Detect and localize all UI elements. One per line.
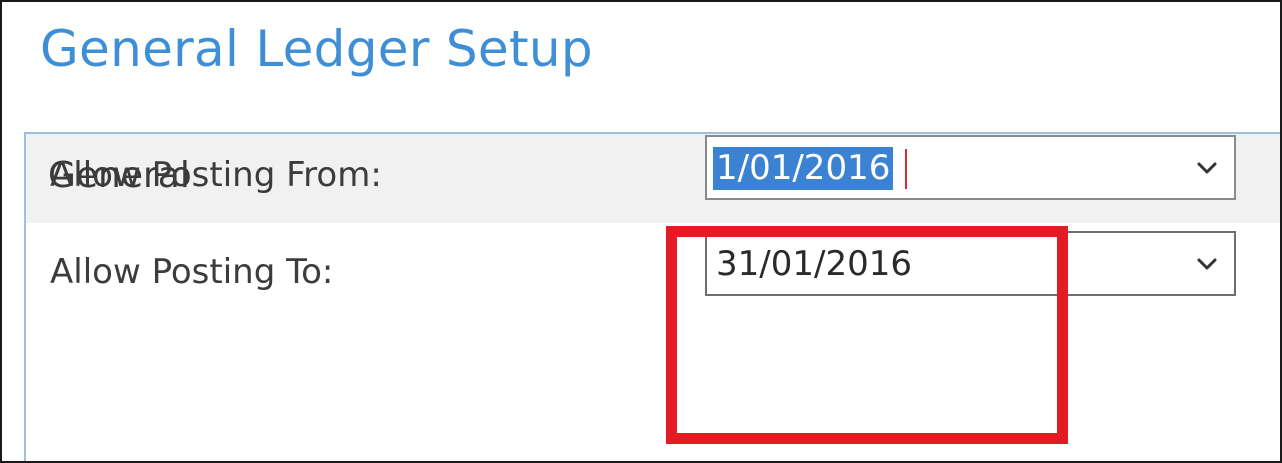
screenshot-frame: General Ledger Setup General Allow Posti…: [0, 0, 1282, 463]
chevron-down-icon[interactable]: [1194, 251, 1220, 277]
allow-posting-to-label: Allow Posting To:: [50, 252, 334, 292]
allow-posting-to-field[interactable]: 31/01/2016: [705, 231, 1236, 296]
allow-posting-from-value[interactable]: 1/01/2016: [713, 147, 894, 190]
chevron-down-icon[interactable]: [1194, 155, 1220, 181]
text-cursor: [905, 149, 907, 189]
page-title: General Ledger Setup: [40, 20, 593, 78]
allow-posting-from-field[interactable]: 1/01/2016: [705, 135, 1236, 200]
allow-posting-from-label: Allow Posting From:: [50, 155, 382, 195]
allow-posting-to-value[interactable]: 31/01/2016: [713, 243, 915, 286]
